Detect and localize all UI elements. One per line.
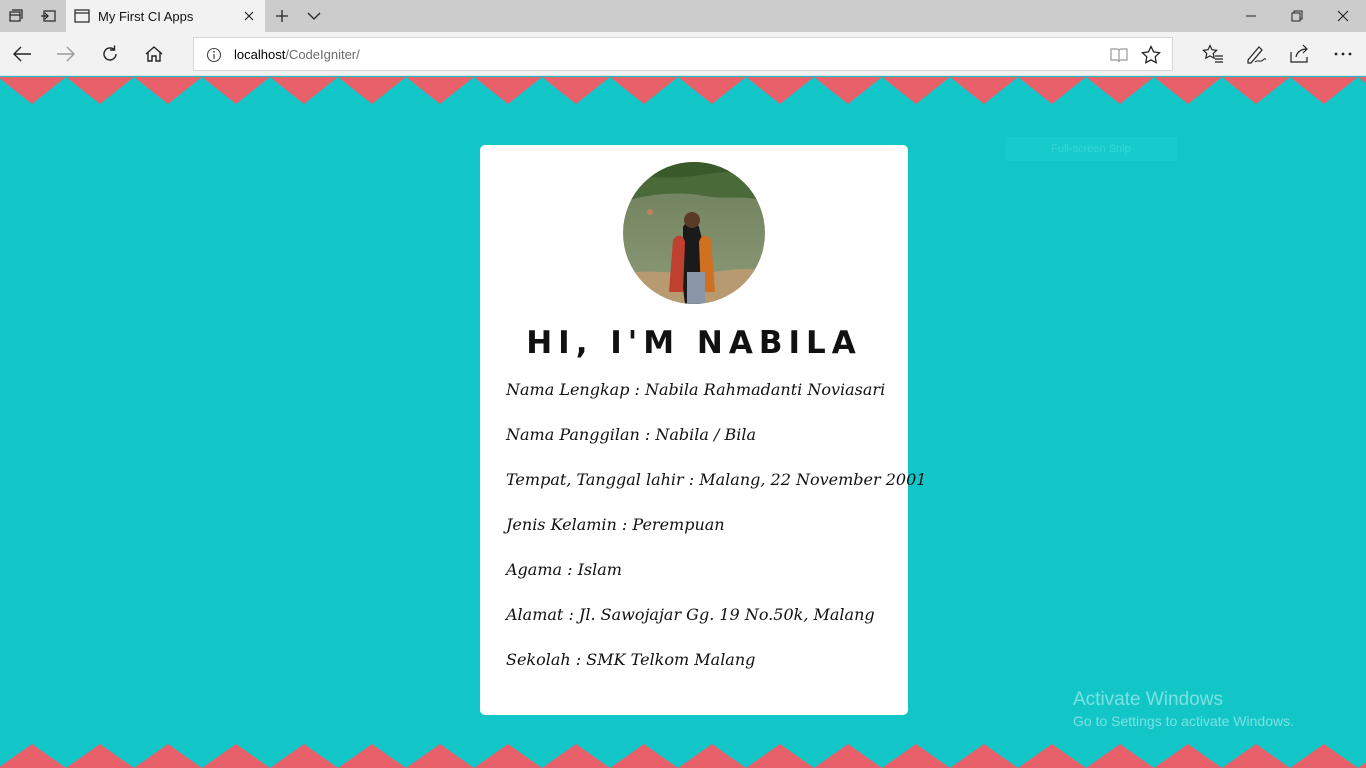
forward-icon[interactable] <box>46 38 86 70</box>
tab-active[interactable]: My First CI Apps <box>66 0 265 32</box>
info-birth: Tempat, Tanggal lahir : Malang, 22 Novem… <box>506 470 927 489</box>
info-school: Sekolah : SMK Telkom Malang <box>506 650 756 669</box>
address-bar[interactable]: localhost/CodeIgniter/ <box>193 37 1173 71</box>
full-screen-snip-button[interactable]: Full-screen Snip <box>1005 137 1177 161</box>
reading-view-icon[interactable] <box>1107 43 1131 67</box>
tab-list-icon[interactable] <box>298 0 330 32</box>
tab-icon <box>74 9 90 23</box>
zigzag-border-bottom <box>0 740 1366 768</box>
url-host: localhost <box>234 47 286 62</box>
activate-title: Activate Windows <box>1073 689 1223 710</box>
more-icon[interactable] <box>1323 38 1363 70</box>
page-content: Full-screen Snip HI, I'M NABILA Nama Len… <box>0 77 1366 768</box>
set-aside-tabs-icon[interactable] <box>32 0 64 32</box>
url-text: localhost/CodeIgniter/ <box>234 47 360 62</box>
profile-info-list: Nama Lengkap : Nabila Rahmadanti Noviasa… <box>506 379 927 694</box>
web-note-icon[interactable] <box>1236 38 1276 70</box>
url-path: /CodeIgniter/ <box>285 47 360 62</box>
info-address: Alamat : Jl. Sawojajar Gg. 19 No.50k, Ma… <box>506 605 875 624</box>
minimize-icon[interactable] <box>1228 0 1274 32</box>
info-religion: Agama : Islam <box>506 560 622 579</box>
profile-card: HI, I'M NABILA Nama Lengkap : Nabila Rah… <box>480 145 927 715</box>
favorites-hub-icon[interactable] <box>1193 38 1233 70</box>
window-close-icon[interactable] <box>1320 0 1366 32</box>
info-gender: Jenis Kelamin : Perempuan <box>506 515 725 534</box>
greeting-heading: HI, I'M NABILA <box>526 325 862 361</box>
restore-icon[interactable] <box>1274 0 1320 32</box>
new-tab-icon[interactable] <box>266 0 298 32</box>
tab-title: My First CI Apps <box>98 8 194 24</box>
back-icon[interactable] <box>2 38 42 70</box>
info-icon[interactable] <box>206 47 222 63</box>
favorite-star-icon[interactable] <box>1139 43 1163 67</box>
info-nickname: Nama Panggilan : Nabila / Bila <box>506 425 756 444</box>
activate-subtitle: Go to Settings to activate Windows. <box>1073 713 1294 729</box>
share-icon[interactable] <box>1279 38 1319 70</box>
tab-manager-icon[interactable] <box>0 0 32 32</box>
activate-windows-watermark: Activate Windows Go to Settings to activ… <box>1073 689 1294 729</box>
title-bar: My First CI Apps <box>0 0 1366 32</box>
zigzag-border-top <box>0 77 1366 105</box>
navigation-bar: localhost/CodeIgniter/ <box>0 32 1366 76</box>
refresh-icon[interactable] <box>90 38 130 70</box>
home-icon[interactable] <box>134 38 174 70</box>
profile-photo <box>623 162 765 304</box>
info-full-name: Nama Lengkap : Nabila Rahmadanti Noviasa… <box>506 380 886 399</box>
close-icon[interactable] <box>241 8 257 24</box>
